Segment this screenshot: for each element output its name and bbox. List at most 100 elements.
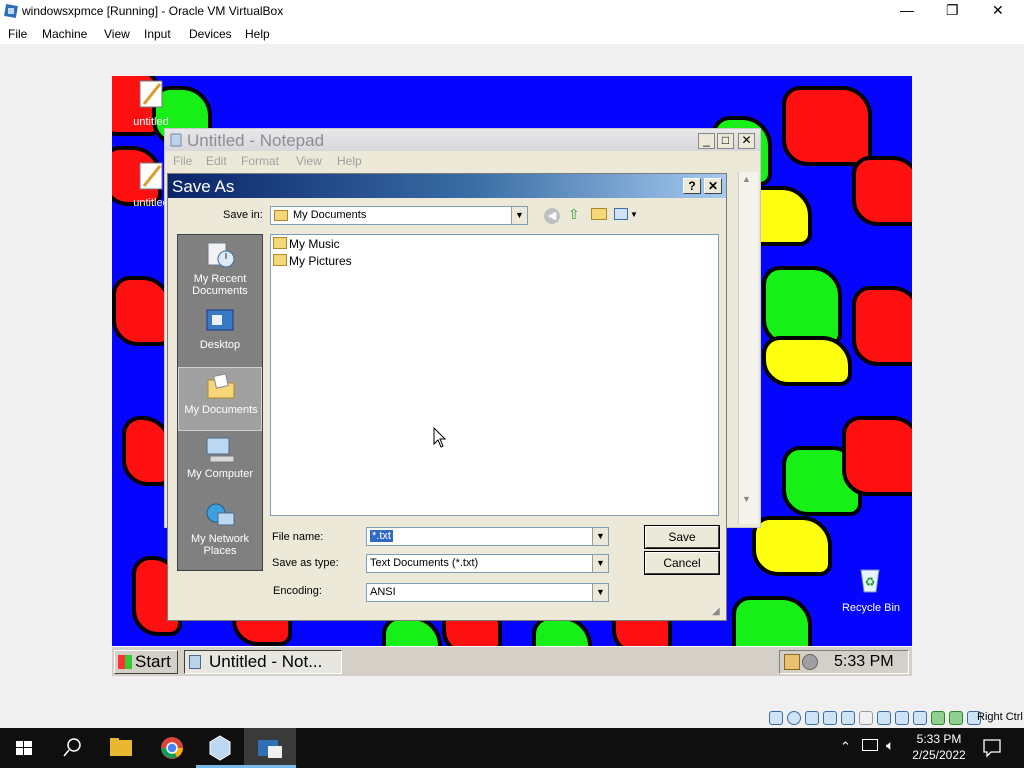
list-item[interactable]: My Pictures [273,254,352,268]
up-folder-icon[interactable]: ⇧ [568,206,580,223]
scroll-up-arrow-icon[interactable]: ▲ [742,174,751,184]
folder-icon [273,254,287,266]
guest-clock: 5:33 PM [834,653,894,670]
save-as-type-dropdown[interactable]: Text Documents (*.txt) ▼ [366,554,609,573]
file-list[interactable]: My Music My Pictures [270,234,719,516]
scroll-down-arrow-icon[interactable]: ▼ [742,494,751,504]
resize-grip-icon[interactable]: ◢ [712,606,720,617]
volume-icon[interactable] [802,654,818,670]
place-my-computer[interactable]: My Computer [178,432,262,496]
save-in-label: Save in: [223,209,263,221]
notifications-icon[interactable] [982,738,1002,758]
speaker-icon[interactable]: 🔈︎ [886,737,894,754]
host-close-button[interactable]: ✕ [992,2,1004,19]
list-item-label: My Pictures [289,254,352,268]
guest-system-tray: 5:33 PM [779,650,909,674]
shared-folders-icon[interactable] [859,711,873,725]
guest-start-button[interactable]: Start [114,650,178,674]
desktop-icon-recycle-bin[interactable]: Recycle Bin [836,602,906,614]
mouse-integration-icon[interactable] [949,711,963,725]
views-menu-icon[interactable] [614,208,628,220]
place-desktop[interactable]: Desktop [178,303,262,367]
encoding-label: Encoding: [273,585,322,597]
search-icon[interactable] [48,728,96,768]
host-maximize-button[interactable]: ❐ [946,2,959,19]
encoding-dropdown[interactable]: ANSI ▼ [366,583,609,602]
virtualization-icon[interactable] [931,711,945,725]
cpu-icon[interactable] [913,711,927,725]
save-as-dialog: Save As ? ✕ Save in: My Documents ▼ ◀ ⇧ … [167,173,727,621]
virtualbox-icon [4,4,18,18]
notepad-menu-view[interactable]: View [296,154,322,168]
notepad-file-icon[interactable] [136,78,166,108]
tray-icon[interactable] [784,654,800,670]
virtualbox-status-bar: Right Ctrl [768,708,1024,728]
place-my-network-places[interactable]: My Network Places [178,497,262,561]
notepad-vertical-scrollbar[interactable]: ▲ ▼ [738,172,758,524]
notepad-icon [170,133,182,147]
host-menu-view[interactable]: View [104,27,130,41]
cancel-button[interactable]: Cancel [644,551,720,575]
file-explorer-icon[interactable] [98,728,146,768]
new-folder-icon[interactable] [591,208,607,220]
dialog-close-button[interactable]: ✕ [704,178,722,194]
network-icon[interactable] [823,711,837,725]
notepad-menu-file[interactable]: File [173,154,192,168]
recycle-bin-icon[interactable]: ♻ [856,564,884,594]
host-menu-file[interactable]: File [8,27,27,41]
back-icon[interactable]: ◀ [544,208,560,224]
notepad-file-icon[interactable] [136,160,166,190]
chevron-down-icon[interactable]: ▼ [592,584,608,601]
place-my-recent-documents[interactable]: My Recent Documents [178,237,262,301]
notepad-title: Untitled - Notepad [187,131,325,150]
host-menu-input[interactable]: Input [144,27,171,41]
notepad-menu-format[interactable]: Format [241,154,279,168]
help-button[interactable]: ? [683,178,701,194]
notepad-title-bar: Untitled - Notepad _ □ ✕ [165,129,760,151]
usb-icon[interactable] [841,711,855,725]
save-in-value: My Documents [293,209,367,221]
place-label: My Documents [184,404,258,416]
place-my-documents[interactable]: My Documents [178,367,262,431]
save-button[interactable]: Save [644,525,720,549]
host-minimize-button[interactable]: — [900,2,914,18]
hard-disk-icon[interactable] [769,711,783,725]
host-menubar: File Machine View Input Devices Help [0,23,1024,44]
chevron-down-icon[interactable]: ▼ [592,555,608,572]
place-label: Desktop [199,339,241,351]
host-menu-machine[interactable]: Machine [42,27,87,41]
recent-documents-icon [207,242,235,268]
host-clock[interactable]: 5:33 PM 2/25/2022 [900,731,978,763]
notepad-maximize-button[interactable]: □ [717,133,734,149]
host-menu-help[interactable]: Help [245,27,270,41]
optical-drive-icon[interactable] [787,711,801,725]
save-in-dropdown[interactable]: My Documents ▼ [270,206,528,225]
chevron-up-icon[interactable]: ⌃ [840,739,851,755]
notepad-minimize-button[interactable]: _ [698,133,715,149]
vm-taskbar-button[interactable] [244,728,296,768]
svg-text:♻: ♻ [865,575,876,589]
display-icon[interactable] [877,711,891,725]
chrome-icon[interactable] [148,728,196,768]
virtualbox-taskbar-icon[interactable] [196,728,244,768]
network-status-icon[interactable] [862,739,878,751]
save-as-type-label: Save as type: [272,557,339,569]
notepad-icon [189,655,201,669]
host-menu-devices[interactable]: Devices [189,27,232,41]
notepad-menu-edit[interactable]: Edit [206,154,227,168]
taskbar-task-notepad[interactable]: Untitled - Not... [184,650,342,674]
file-name-field[interactable]: *.txt ▼ [366,527,609,546]
notepad-close-button[interactable]: ✕ [738,133,755,149]
file-name-value: *.txt [370,530,393,542]
views-chevron-down-icon[interactable]: ▼ [630,210,638,219]
recording-icon[interactable] [895,711,909,725]
desktop-icon-untitled-1[interactable]: untitled [116,116,186,128]
guest-taskbar: Start Untitled - Not... 5:33 PM [112,646,912,676]
windows-flag-icon [118,655,132,669]
windows-start-icon[interactable] [0,728,48,768]
chevron-down-icon[interactable]: ▼ [511,207,527,224]
chevron-down-icon[interactable]: ▼ [592,528,608,545]
notepad-menu-help[interactable]: Help [337,154,362,168]
audio-icon[interactable] [805,711,819,725]
list-item[interactable]: My Music [273,237,340,251]
